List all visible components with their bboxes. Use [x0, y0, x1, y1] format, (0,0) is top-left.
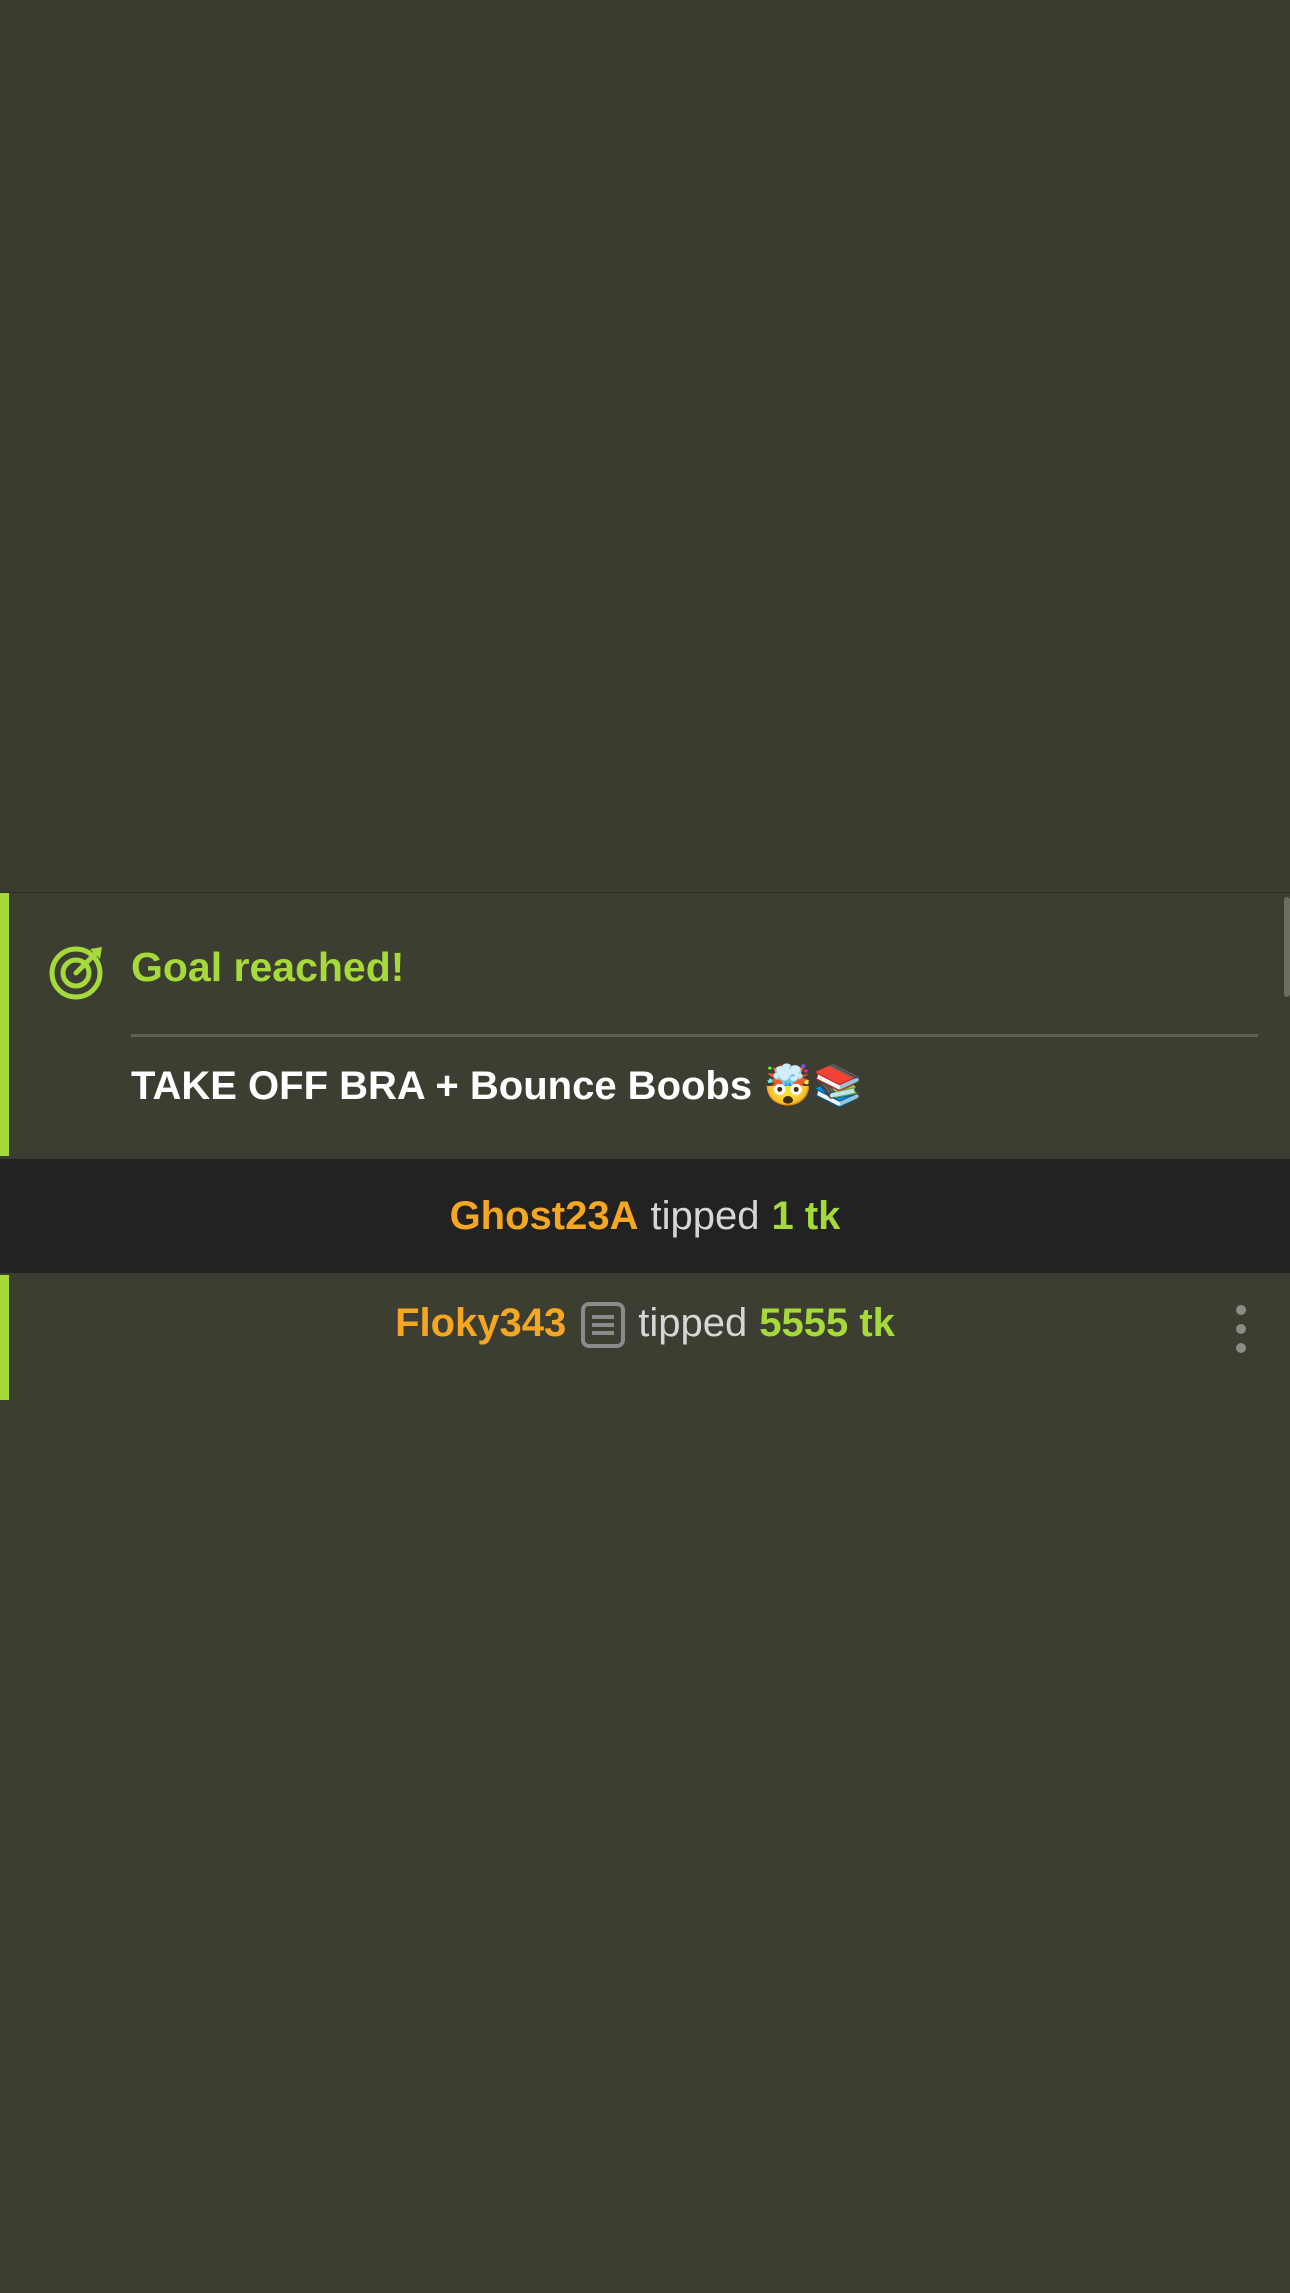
- chat-scrollbar[interactable]: [1284, 897, 1290, 997]
- goal-reached-message: Goal reached! TAKE OFF BRA + Bounce Boob…: [0, 893, 1290, 1156]
- tip-verb: tipped: [638, 1301, 748, 1345]
- tip-message: Ghost23A tipped 1 tk: [0, 1159, 1290, 1273]
- goal-divider: [131, 1034, 1258, 1037]
- tip-amount: 5555 tk: [759, 1301, 895, 1345]
- goal-accent-bar: [0, 893, 9, 1156]
- goal-emojis: 🤯📚: [763, 1063, 863, 1109]
- lower-area: [0, 1400, 1290, 2293]
- target-icon: [49, 946, 103, 1000]
- tip-message: Floky343 tipped 5555 tk: [0, 1275, 1290, 1401]
- tip-verb: tipped: [650, 1193, 760, 1238]
- tip-accent-bar: [0, 1275, 9, 1401]
- tip-username[interactable]: Floky343: [395, 1301, 566, 1346]
- goal-description-text: TAKE OFF BRA + Bounce Boobs: [131, 1064, 753, 1108]
- goal-description: TAKE OFF BRA + Bounce Boobs 🤯📚: [131, 1058, 863, 1114]
- note-icon[interactable]: [580, 1301, 626, 1349]
- goal-title: Goal reached!: [131, 944, 405, 990]
- more-vertical-icon[interactable]: [1234, 1303, 1248, 1355]
- tip-amount: 1 tk: [771, 1193, 841, 1238]
- chat-panel: Goal reached! TAKE OFF BRA + Bounce Boob…: [0, 892, 1290, 1401]
- video-area: [0, 0, 1290, 892]
- tip-username[interactable]: Ghost23A: [450, 1194, 639, 1239]
